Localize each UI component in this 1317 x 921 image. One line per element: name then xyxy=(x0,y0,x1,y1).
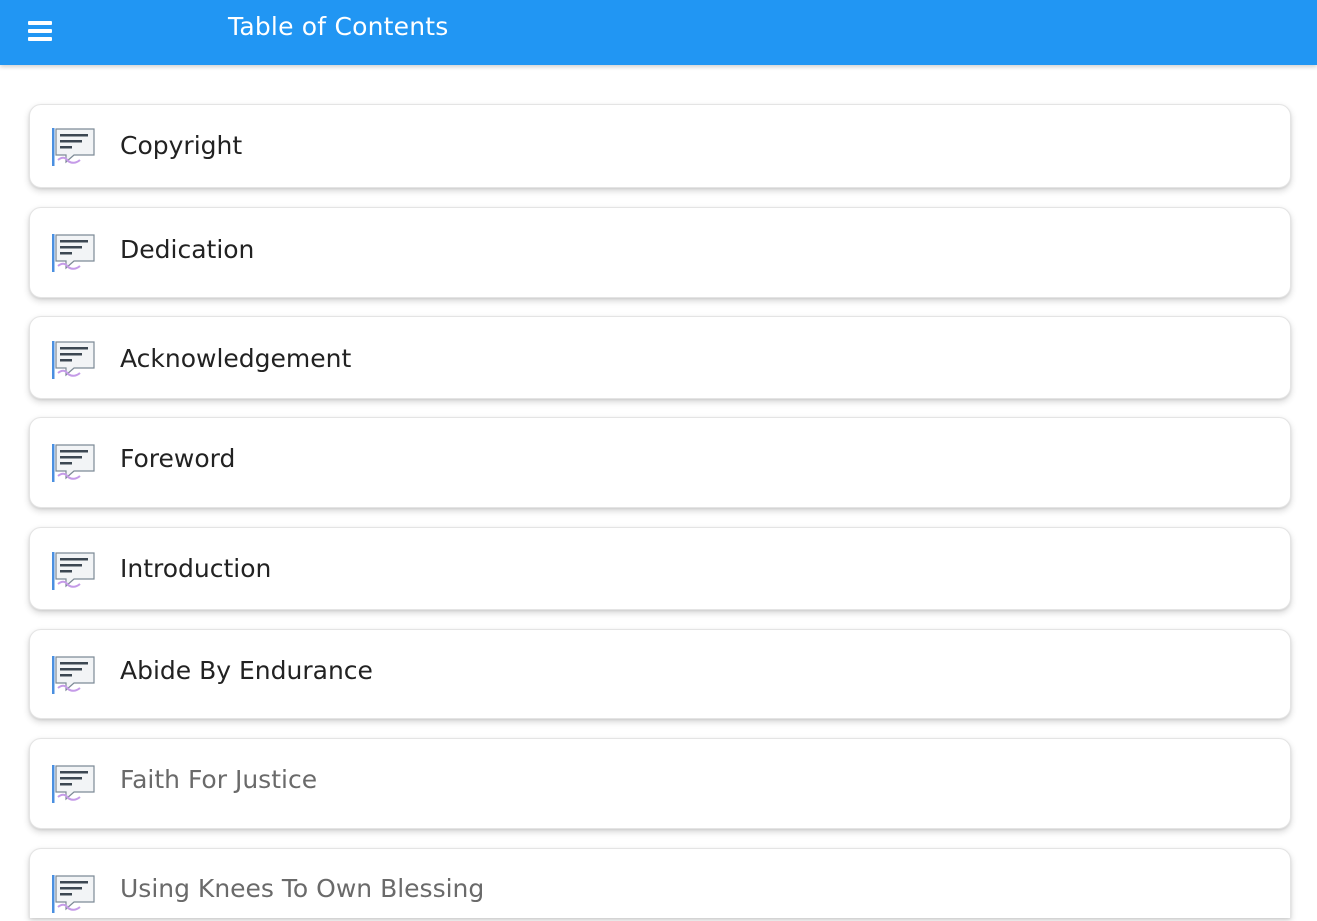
toc-item-acknowledgement[interactable]: Acknowledgement xyxy=(29,316,1291,399)
book-chapter-icon xyxy=(50,548,98,594)
toc-item-abide-by-endurance[interactable]: Abide By Endurance xyxy=(29,629,1291,719)
toc-item-dedication[interactable]: Dedication xyxy=(29,207,1291,298)
toc-item-copyright[interactable]: Copyright xyxy=(29,104,1291,188)
toc-item-label: Foreword xyxy=(120,444,236,473)
toc-item-using-knees-to-own-blessing[interactable]: Using Knees To Own Blessing xyxy=(29,848,1291,918)
toc-item-label: Abide By Endurance xyxy=(120,656,373,685)
toc-list: Copyright Dedication Acknowledgement For… xyxy=(0,65,1317,918)
book-chapter-icon xyxy=(50,761,98,807)
book-chapter-icon xyxy=(50,440,98,486)
menu-button[interactable] xyxy=(22,14,58,48)
book-chapter-icon xyxy=(50,652,98,698)
toc-item-label: Introduction xyxy=(120,554,272,583)
book-chapter-icon xyxy=(50,124,98,170)
book-chapter-icon xyxy=(50,871,98,917)
toc-item-introduction[interactable]: Introduction xyxy=(29,527,1291,610)
toc-item-label: Acknowledgement xyxy=(120,344,352,373)
toc-item-label: Dedication xyxy=(120,235,255,264)
book-chapter-icon xyxy=(50,230,98,276)
book-chapter-icon xyxy=(50,337,98,383)
page-title: Table of Contents xyxy=(228,12,449,41)
app-bar: Table of Contents xyxy=(0,0,1317,65)
toc-item-label: Using Knees To Own Blessing xyxy=(120,874,485,903)
toc-item-faith-for-justice[interactable]: Faith For Justice xyxy=(29,738,1291,829)
toc-item-foreword[interactable]: Foreword xyxy=(29,417,1291,508)
toc-item-label: Faith For Justice xyxy=(120,765,318,794)
toc-item-label: Copyright xyxy=(120,131,243,160)
